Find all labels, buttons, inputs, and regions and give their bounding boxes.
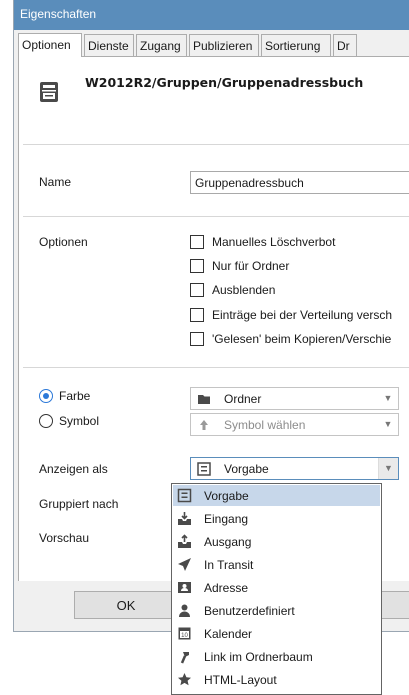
display-as-combo[interactable]: Vorgabe ▼ (190, 457, 399, 480)
checkbox-box[interactable] (190, 308, 204, 322)
dropdown-item-html-layout[interactable]: HTML-Layout (173, 669, 380, 690)
chevron-down-icon[interactable]: ▼ (378, 388, 398, 409)
star-icon (177, 672, 192, 687)
separator (23, 216, 409, 217)
color-combo[interactable]: Ordner ▼ (190, 387, 399, 410)
tab-truncated[interactable]: Dr (333, 34, 357, 56)
checkbox-label: Ausblenden (212, 283, 276, 297)
chevron-down-icon: ▼ (383, 419, 393, 429)
link-icon (177, 649, 192, 664)
send-icon (177, 557, 192, 572)
combo-value: Vorgabe (224, 462, 269, 476)
dropdown-item-label: Benutzerdefiniert (204, 604, 295, 618)
checkbox-label: Manuelles Löschverbot (212, 235, 336, 249)
radio-label: Farbe (59, 389, 91, 403)
gruppiert-label: Gruppiert nach (39, 497, 119, 511)
tab-publizieren[interactable]: Publizieren (189, 34, 259, 56)
checkbox-label: 'Gelesen' beim Kopieren/Verschie (212, 332, 392, 346)
name-label: Name (39, 175, 72, 189)
folder-icon (197, 392, 211, 406)
svg-text:10: 10 (181, 633, 188, 639)
checkbox-box[interactable] (190, 235, 204, 249)
checkbox-label: Nur für Ordner (212, 259, 290, 273)
separator (23, 144, 409, 145)
outbox-icon (177, 534, 192, 549)
contact-card-icon (177, 580, 192, 595)
dropdown-item-vorgabe[interactable]: Vorgabe (173, 485, 380, 506)
folder-card-icon (39, 80, 59, 104)
dropdown-item-label: Kalender (204, 627, 253, 641)
dropdown-item-in-transit[interactable]: In Transit (173, 554, 380, 575)
dropdown-item-adresse[interactable]: Adresse (173, 577, 380, 598)
tab-strip: Optionen Dienste Zugang Publizieren Sort… (18, 33, 409, 57)
dropdown-item-label: Eingang (204, 512, 249, 526)
list-icon (177, 488, 192, 503)
dropdown-item-kalender[interactable]: 10 Kalender (173, 623, 380, 644)
dropdown-item-label: In Transit (204, 558, 254, 572)
options-label: Optionen (39, 235, 88, 249)
radio-label: Symbol (59, 414, 100, 428)
dropdown-item-label: HTML-Layout (204, 673, 277, 687)
combo-value: Symbol wählen (224, 418, 306, 432)
folder-path: W2012R2/Gruppen/Gruppenadressbuch (85, 75, 364, 90)
list-icon (197, 462, 211, 476)
dropdown-item-eingang[interactable]: Eingang (173, 508, 380, 529)
radio-button[interactable] (39, 389, 53, 403)
tab-sortierung[interactable]: Sortierung (261, 34, 331, 56)
checkbox-label: Einträge bei der Verteilung versch (212, 308, 393, 322)
display-as-dropdown-list[interactable]: Vorgabe Eingang Ausgang In Transit Adres… (171, 483, 382, 695)
anzeigen-label: Anzeigen als (39, 462, 108, 476)
calendar-icon: 10 (177, 626, 192, 641)
user-icon (177, 603, 192, 618)
dropdown-item-ausgang[interactable]: Ausgang (173, 531, 380, 552)
dropdown-item-benutzerdefiniert[interactable]: Benutzerdefiniert (173, 600, 380, 621)
folder-header: W2012R2/Gruppen/Gruppenadressbuch (39, 75, 409, 109)
ok-button[interactable]: OK (74, 591, 178, 619)
separator (23, 367, 409, 368)
dropdown-item-label: Vorgabe (204, 489, 249, 503)
tab-dienste[interactable]: Dienste (84, 34, 134, 56)
dropdown-item-link-im-ordnerbaum[interactable]: Link im Ordnerbaum (173, 646, 380, 667)
radio-button[interactable] (39, 414, 53, 428)
chevron-down-icon[interactable]: ▼ (378, 458, 398, 479)
title-bar[interactable]: Eigenschaften (14, 0, 409, 30)
name-field[interactable]: Gruppenadressbuch (190, 171, 409, 194)
dropdown-item-label: Link im Ordnerbaum (204, 650, 313, 664)
window-title: Eigenschaften (20, 7, 97, 21)
checkbox-box[interactable] (190, 259, 204, 273)
vorschau-label: Vorschau (39, 531, 90, 545)
dropdown-item-label: Ausgang (204, 535, 252, 549)
tab-zugang[interactable]: Zugang (136, 34, 187, 56)
tab-optionen[interactable]: Optionen (18, 33, 82, 57)
inbox-icon (177, 511, 192, 526)
dropdown-item-label: Adresse (204, 581, 249, 595)
combo-value: Ordner (224, 392, 262, 406)
arrow-up-icon (197, 418, 211, 432)
checkbox-box[interactable] (190, 332, 204, 346)
checkbox-box[interactable] (190, 283, 204, 297)
symbol-combo: Symbol wählen ▼ (190, 413, 399, 436)
